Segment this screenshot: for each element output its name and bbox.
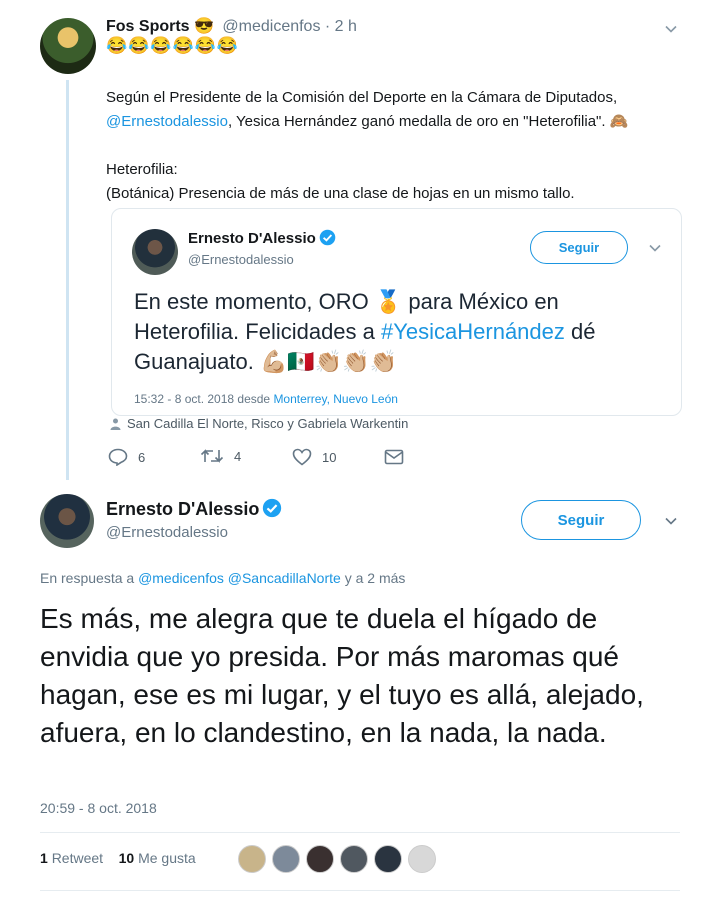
author-handle[interactable]: @Ernestodalessio xyxy=(106,524,228,541)
message-action[interactable] xyxy=(384,448,414,466)
retweet-icon xyxy=(200,449,224,463)
author-handle-time[interactable]: @medicenfos · 2 h xyxy=(222,18,357,35)
chevron-down-icon[interactable] xyxy=(648,241,662,255)
emoji-line: 😂😂😂😂😂😂 xyxy=(106,36,240,55)
tweet-line: Según el Presidente de la Comisión del D… xyxy=(106,89,618,106)
reply-mentions[interactable]: @medicenfos @SancadillaNorte xyxy=(138,570,341,586)
tweet-timestamp: 15:32 - 8 oct. 2018 desde Monterrey, Nue… xyxy=(134,392,398,406)
tagged-users[interactable]: San Cadilla El Norte, Risco y Gabriela W… xyxy=(110,416,408,433)
follow-button[interactable]: Seguir xyxy=(530,231,628,264)
verified-icon xyxy=(262,498,282,518)
quoted-tweet-text: En este momento, ORO 🏅 para México en He… xyxy=(134,289,596,374)
liker-avatar[interactable] xyxy=(374,845,402,873)
retweet-action[interactable]: 4 xyxy=(200,448,241,464)
reply-icon xyxy=(108,448,128,466)
in-reply-to: En respuesta a @medicenfos @SancadillaNo… xyxy=(40,570,406,586)
reply-tweet-text: Es más, me alegra que te duela el hígado… xyxy=(40,603,644,748)
tweet-text: Según el Presidente de la Comisión del D… xyxy=(106,86,686,206)
tweet-line: (Botánica) Presencia de más de una clase… xyxy=(106,185,575,202)
liker-avatar[interactable] xyxy=(306,845,334,873)
tweet-line-rest: , Yesica Hernández ganó medalla de oro e… xyxy=(227,113,629,130)
divider xyxy=(40,832,680,833)
author-name[interactable]: Fos Sports 😎 xyxy=(106,18,214,35)
tweet-line: Heterofilia: xyxy=(106,161,178,178)
liker-avatar[interactable] xyxy=(408,845,436,873)
hashtag-link[interactable]: #YesicaHernández xyxy=(381,319,565,344)
liker-avatar[interactable] xyxy=(340,845,368,873)
divider xyxy=(40,890,680,891)
avatar[interactable] xyxy=(40,18,96,74)
like-action[interactable]: 10 xyxy=(292,448,336,466)
author-name[interactable]: Ernesto D'Alessio xyxy=(106,498,282,520)
chevron-down-icon[interactable] xyxy=(664,22,678,36)
like-count[interactable]: 10 Me gusta xyxy=(119,850,196,866)
quoted-tweet-card[interactable]: Ernesto D'Alessio @Ernestodalessio Segui… xyxy=(111,208,682,416)
author-handle[interactable]: @Ernestodalessio xyxy=(188,252,294,267)
verified-icon xyxy=(319,229,336,246)
tweet-stats: 1 Retweet 10 Me gusta xyxy=(40,850,196,866)
follow-button[interactable]: Seguir xyxy=(521,500,641,540)
chevron-down-icon[interactable] xyxy=(664,514,678,528)
location-link[interactable]: Monterrey, Nuevo León xyxy=(273,392,398,406)
author-name[interactable]: Ernesto D'Alessio xyxy=(188,229,336,247)
avatar[interactable] xyxy=(40,494,94,548)
person-icon xyxy=(110,418,121,433)
liker-avatar[interactable] xyxy=(238,845,266,873)
tweet-header: Fos Sports 😎 @medicenfos · 2 h xyxy=(106,16,357,36)
tweet-line: @Ernestodalessio, Yesica Hernández ganó … xyxy=(106,110,686,134)
avatar[interactable] xyxy=(132,229,178,275)
retweet-count[interactable]: 1 Retweet xyxy=(40,850,103,866)
mention-link[interactable]: @Ernestodalessio xyxy=(106,113,228,130)
thread-line xyxy=(66,80,69,480)
liker-avatar[interactable] xyxy=(272,845,300,873)
reply-action[interactable]: 6 xyxy=(108,448,145,466)
envelope-icon xyxy=(384,449,404,465)
tweet-timestamp[interactable]: 20:59 - 8 oct. 2018 xyxy=(40,800,157,816)
heart-icon xyxy=(292,448,312,466)
